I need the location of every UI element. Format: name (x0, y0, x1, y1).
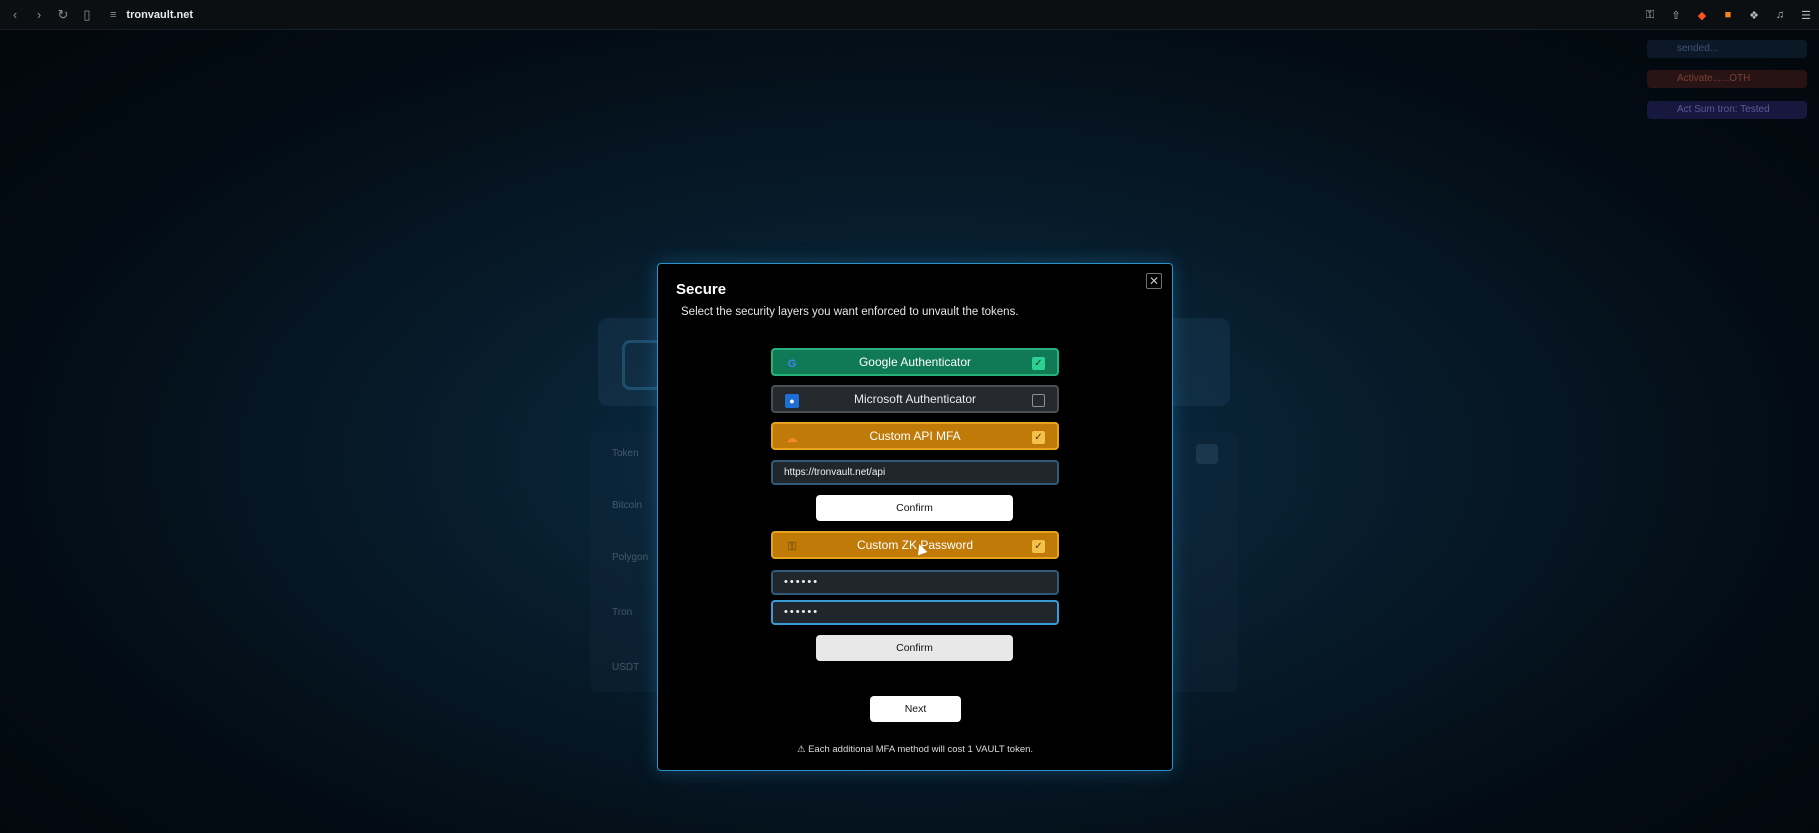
google-icon: G (787, 358, 797, 370)
close-icon[interactable]: ✕ (1146, 273, 1162, 289)
checkbox-checked[interactable]: ✓ (1032, 357, 1045, 370)
checkbox-checked[interactable]: ✓ (1032, 540, 1045, 553)
option-label: Custom API MFA (869, 429, 961, 443)
bg-row: Bitcoin (612, 500, 643, 511)
bg-row: Token (612, 448, 639, 459)
bg-row: USDT (612, 662, 640, 673)
option-label: Microsoft Authenticator (853, 392, 977, 406)
checkbox-unchecked[interactable] (1032, 394, 1045, 407)
confirm-api-button[interactable]: Confirm (816, 495, 1013, 521)
secure-modal: ✕ Secure Select the security layers you … (657, 263, 1173, 771)
option-google-authenticator[interactable]: G Google Authenticator ✓ (771, 348, 1059, 376)
key-icon: ⚿ (787, 540, 797, 553)
cloud-icon: ☁ (786, 432, 798, 445)
bg-toast: sended... (1647, 40, 1807, 58)
next-button[interactable]: Next (870, 696, 961, 722)
confirm-password-button[interactable]: Confirm (816, 635, 1013, 661)
cost-warning: ⚠ Each additional MFA method will cost 1… (796, 744, 1034, 755)
option-label: Google Authenticator (858, 355, 972, 369)
bg-toast: Activate......OTH (1647, 70, 1807, 88)
microsoft-authenticator-icon: ● (785, 394, 799, 408)
bg-row: Tron (612, 607, 633, 618)
password-input[interactable]: •••••• (771, 570, 1059, 595)
api-url-input[interactable]: https://tronvault.net/api (771, 460, 1059, 485)
modal-title: Secure (676, 281, 727, 298)
bg-row: Polygon (612, 552, 649, 563)
modal-subtitle: Select the security layers you want enfo… (681, 306, 1019, 318)
option-microsoft-authenticator[interactable]: ● Microsoft Authenticator (771, 385, 1059, 413)
password-confirm-input[interactable]: •••••• (771, 600, 1059, 625)
bg-toast: Act Sum tron: Tested (1647, 101, 1807, 119)
checkbox-checked[interactable]: ✓ (1032, 431, 1045, 444)
bg-table-button (1196, 444, 1218, 464)
option-custom-api-mfa[interactable]: ☁ Custom API MFA ✓ (771, 422, 1059, 450)
